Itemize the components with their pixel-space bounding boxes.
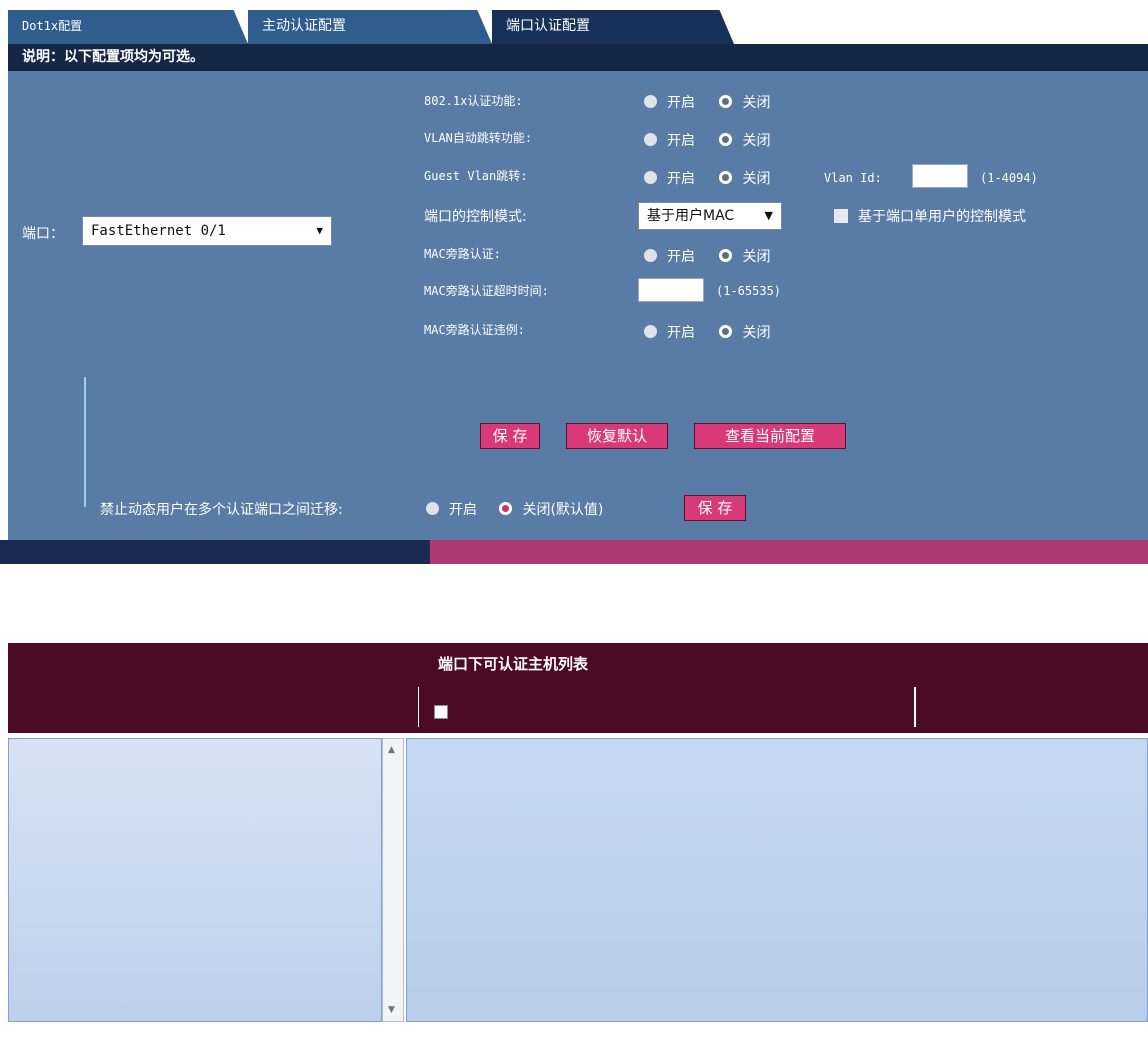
migrate-save-button[interactable]: 保 存	[684, 495, 746, 521]
mac-violation-off-option[interactable]: 关闭	[719, 325, 770, 341]
guest-vlan-label: Guest Vlan跳转:	[424, 169, 528, 183]
port-select[interactable]: FastEthernet 0/1 ▼	[82, 216, 332, 246]
chevron-down-icon: ▼	[316, 224, 323, 237]
vlan-id-label: Vlan Id:	[824, 171, 882, 185]
host-list-left-pane	[8, 738, 382, 1022]
scroll-up-icon[interactable]: ▲	[388, 745, 395, 755]
mac-bypass-off-option[interactable]: 关闭	[719, 249, 770, 265]
guest-vlan-off-option[interactable]: 关闭	[719, 171, 770, 187]
host-list-grid	[406, 738, 1148, 1022]
radio-on-icon	[499, 502, 513, 515]
select-all-checkbox[interactable]	[434, 705, 448, 719]
vlan-auto-off-option[interactable]: 关闭	[719, 133, 770, 149]
restore-default-button[interactable]: 恢复默认	[566, 423, 668, 449]
scroll-down-icon[interactable]: ▼	[388, 1005, 395, 1015]
radio-on-icon	[719, 95, 733, 108]
action-panel: 保 存 恢复默认 查看当前配置 禁止动态用户在多个认证端口之间迁移: 开启 关闭…	[8, 357, 1148, 540]
vertical-scrollbar[interactable]: ▲ ▼	[382, 738, 404, 1022]
radio-off-icon	[644, 133, 657, 146]
radio-on-icon	[719, 249, 733, 262]
dot1x-on-option[interactable]: 开启	[644, 95, 695, 111]
mac-timeout-label: MAC旁路认证超时时间:	[424, 284, 549, 298]
mac-bypass-on-option[interactable]: 开启	[644, 249, 695, 265]
migrate-off-option[interactable]: 关闭(默认值)	[499, 502, 603, 518]
divider	[84, 377, 86, 507]
dot1x-off-option[interactable]: 关闭	[719, 95, 770, 111]
migrate-on-option[interactable]: 开启	[426, 502, 477, 518]
checkbox-icon	[834, 209, 848, 223]
mac-violation-label: MAC旁路认证违例:	[424, 323, 525, 337]
config-panel: 端口： FastEthernet 0/1 ▼ 802.1x认证功能: 开启 关闭…	[8, 71, 1148, 357]
notice-bar: 说明：以下配置项均为可选。	[8, 44, 1148, 71]
radio-off-icon	[644, 325, 657, 338]
tab-port-auth-config[interactable]: 端口认证配置	[492, 10, 734, 44]
mac-timeout-range: (1-65535)	[716, 284, 782, 298]
radio-off-icon	[644, 171, 657, 184]
migrate-radio-group: 开启 关闭(默认值)	[426, 499, 603, 519]
guest-vlan-radio-group: 开启 关闭	[644, 168, 790, 188]
guest-vlan-on-option[interactable]: 开启	[644, 171, 695, 187]
single-user-checkbox[interactable]: 基于端口单用户的控制模式	[834, 206, 1026, 226]
control-mode-value: 基于用户MAC	[647, 208, 735, 224]
control-mode-label: 端口的控制模式:	[424, 209, 527, 225]
render-artifact-right	[430, 540, 1148, 564]
render-artifact-left	[0, 540, 430, 564]
radio-off-icon	[426, 502, 439, 515]
port-label: 端口：	[22, 226, 64, 242]
column-header-box	[418, 687, 1148, 727]
mac-violation-on-option[interactable]: 开启	[644, 325, 695, 341]
mac-bypass-label: MAC旁路认证:	[424, 247, 501, 261]
save-button[interactable]: 保 存	[480, 423, 540, 449]
radio-on-icon	[719, 133, 733, 146]
radio-on-icon	[719, 171, 733, 184]
radio-off-icon	[644, 95, 657, 108]
host-list-header: 端口下可认证主机列表	[8, 643, 1148, 687]
chevron-down-icon: ▼	[764, 209, 773, 222]
mac-violation-radio-group: 开启 关闭	[644, 322, 790, 342]
column-separator	[914, 687, 916, 727]
vlan-auto-label: VLAN自动跳转功能:	[424, 131, 533, 145]
mac-bypass-radio-group: 开启 关闭	[644, 246, 790, 266]
host-list-column-header	[8, 687, 1148, 733]
vlan-auto-radio-group: 开启 关闭	[644, 130, 790, 150]
tab-active-auth-config[interactable]: 主动认证配置	[248, 10, 492, 44]
vlan-id-input[interactable]	[912, 164, 968, 188]
radio-off-icon	[644, 249, 657, 262]
radio-on-icon	[719, 325, 733, 338]
host-list-title: 端口下可认证主机列表	[438, 655, 589, 673]
vlan-id-range: (1-4094)	[980, 171, 1038, 185]
port-select-value: FastEthernet 0/1	[91, 223, 226, 239]
tab-strip: Dot1x配置 主动认证配置 端口认证配置	[0, 8, 1148, 44]
render-artifact-strip	[0, 540, 1148, 564]
dot1x-radio-group: 开启 关闭	[644, 92, 790, 112]
control-mode-select[interactable]: 基于用户MAC ▼	[638, 202, 782, 230]
tab-dot1x-config[interactable]: Dot1x配置	[8, 10, 248, 44]
migrate-label: 禁止动态用户在多个认证端口之间迁移:	[100, 502, 343, 518]
dot1x-label: 802.1x认证功能:	[424, 94, 523, 108]
view-current-config-button[interactable]: 查看当前配置	[694, 423, 846, 449]
vlan-auto-on-option[interactable]: 开启	[644, 133, 695, 149]
mac-timeout-input[interactable]	[638, 278, 704, 302]
